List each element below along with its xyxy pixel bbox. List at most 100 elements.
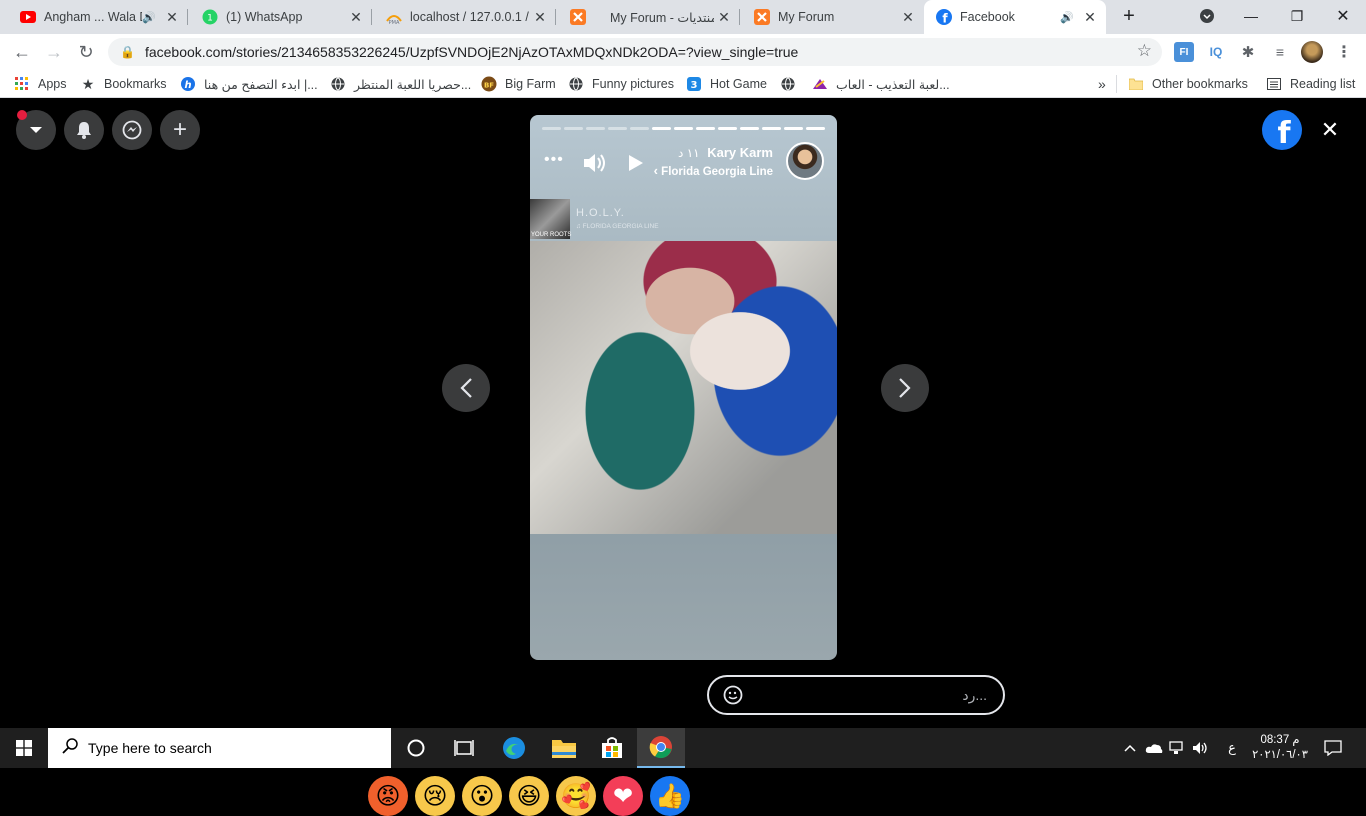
reaction-love-icon[interactable]: ❤ xyxy=(603,776,643,816)
clock-time: 08:37 م xyxy=(1260,734,1300,746)
bookmark-bookmarks[interactable]: ★ Bookmarks xyxy=(80,75,167,93)
store-icon[interactable] xyxy=(588,728,636,768)
new-tab-button[interactable]: + xyxy=(1113,0,1145,32)
tab-title: Angham ... Wala D xyxy=(44,10,143,24)
bookmarks-overflow-button[interactable]: » xyxy=(1098,75,1106,93)
profile-avatar[interactable] xyxy=(1301,41,1323,63)
clock[interactable]: 08:37 م ٢٠٢١/٠٦/٠٣ xyxy=(1250,728,1310,768)
close-tab-icon[interactable]: ✕ xyxy=(898,9,918,26)
bookmark-item[interactable]: 3 Hot Game xyxy=(686,75,767,93)
edge-icon[interactable] xyxy=(490,728,538,768)
tab-forum[interactable]: My Forum ✕ xyxy=(742,0,924,34)
volume-icon[interactable] xyxy=(582,150,608,176)
reload-button[interactable]: ↻ xyxy=(72,39,100,65)
reaction-like-icon[interactable]: 👍 xyxy=(650,776,690,816)
create-story-button[interactable]: + xyxy=(160,110,200,150)
extension-fi-icon[interactable]: FI xyxy=(1174,42,1194,62)
apps-grid-icon xyxy=(14,76,30,92)
bigfarm-icon: BF xyxy=(481,76,497,92)
reply-placeholder[interactable]: رد... xyxy=(962,687,987,704)
cortana-icon[interactable] xyxy=(392,728,440,768)
bookmark-item[interactable]: BF Big Farm xyxy=(481,75,556,93)
speaker-icon[interactable]: 🔊 xyxy=(1060,11,1074,24)
progress-segment xyxy=(762,127,781,130)
bookmark-apps[interactable]: Apps xyxy=(14,75,67,93)
story-card[interactable]: ••• ١١ د Kary Karm ‹ Florida Georgia Lin… xyxy=(530,115,837,660)
reaction-sad-icon[interactable]: 😢 xyxy=(415,776,455,816)
bookmark-item[interactable]: لعبة التعذيب - العاب... xyxy=(812,75,950,93)
reply-input[interactable]: رد... xyxy=(707,675,1005,715)
other-bookmarks[interactable]: Other bookmarks xyxy=(1128,75,1248,93)
close-tab-icon[interactable]: ✕ xyxy=(530,9,550,26)
close-tab-icon[interactable]: ✕ xyxy=(1080,9,1100,26)
media-control-icon[interactable]: ≡ xyxy=(1270,42,1290,62)
url-text[interactable]: facebook.com/stories/2134658353226245/Uz… xyxy=(145,44,798,60)
torture-game-icon xyxy=(812,76,828,92)
bookmark-item[interactable]: حصريا اللعبة المنتظر... xyxy=(330,75,471,93)
task-view-icon[interactable] xyxy=(440,728,488,768)
minimize-button[interactable]: — xyxy=(1228,0,1274,32)
close-tab-icon[interactable]: ✕ xyxy=(346,9,366,26)
album-art[interactable]: YOUR ROOTS xyxy=(530,199,571,239)
tab-strip: Angham ... Wala D 🔊 ✕ 1 (1) WhatsApp ✕ P… xyxy=(0,0,1366,34)
extensions-puzzle-icon[interactable]: ✱ xyxy=(1238,42,1258,62)
taskbar-search[interactable]: Type here to search xyxy=(48,728,391,768)
previous-story-button[interactable] xyxy=(442,364,490,412)
notification-center-icon[interactable] xyxy=(1318,728,1348,768)
globe-icon xyxy=(780,76,796,92)
forward-button[interactable]: → xyxy=(40,39,68,65)
bookmarks-bar: Apps ★ Bookmarks h ابدء التصفح من هنا |.… xyxy=(0,70,1366,98)
star-icon: ★ xyxy=(81,75,95,92)
reaction-wow-icon[interactable]: 😮 xyxy=(462,776,502,816)
extension-iq-icon[interactable]: IQ xyxy=(1206,42,1226,62)
facebook-logo-icon[interactable]: f xyxy=(1262,110,1302,151)
show-hidden-icons[interactable] xyxy=(1120,728,1140,768)
reaction-angry-icon[interactable]: 😡 xyxy=(368,776,408,816)
restore-button[interactable]: ❐ xyxy=(1274,0,1320,32)
input-language[interactable]: ع xyxy=(1222,728,1242,768)
youtube-icon xyxy=(20,9,36,25)
tab-whatsapp[interactable]: 1 (1) WhatsApp ✕ xyxy=(190,0,372,34)
notifications-bell-icon[interactable] xyxy=(64,110,104,150)
volume-tray-icon[interactable] xyxy=(1191,728,1211,768)
lock-icon[interactable]: 🔒 xyxy=(120,45,135,59)
onedrive-icon[interactable] xyxy=(1144,728,1164,768)
sticker-icon[interactable] xyxy=(723,685,743,705)
play-icon[interactable] xyxy=(626,153,646,173)
windows-start-icon[interactable] xyxy=(0,728,48,768)
chrome-taskbar-icon[interactable] xyxy=(637,728,685,768)
h-icon: h xyxy=(180,76,196,92)
reaction-haha-icon[interactable]: 😆 xyxy=(509,776,549,816)
story-time: ١١ د xyxy=(678,146,700,160)
network-icon[interactable] xyxy=(1168,728,1188,768)
story-music[interactable]: Florida Georgia Line xyxy=(661,166,773,178)
chrome-menu-icon[interactable]: ⋮ xyxy=(1334,42,1354,62)
whatsapp-icon: 1 xyxy=(202,9,218,25)
tab-search-button[interactable] xyxy=(1184,0,1230,32)
next-story-button[interactable] xyxy=(881,364,929,412)
close-story-icon[interactable]: ✕ xyxy=(1318,118,1342,142)
bookmark-item[interactable]: Funny pictures xyxy=(568,75,674,93)
close-tab-icon[interactable]: ✕ xyxy=(162,9,182,26)
file-explorer-icon[interactable] xyxy=(540,728,588,768)
back-button[interactable]: ← xyxy=(8,39,36,65)
story-author[interactable]: Kary Karm xyxy=(707,145,773,160)
more-options-icon[interactable]: ••• xyxy=(544,151,564,169)
address-bar[interactable]: 🔒 facebook.com/stories/2134658353226245/… xyxy=(108,38,1162,66)
bookmark-item[interactable]: h ابدء التصفح من هنا |... xyxy=(180,75,318,93)
bookmark-item[interactable] xyxy=(780,75,804,93)
close-window-button[interactable]: ✕ xyxy=(1320,0,1366,32)
messenger-icon[interactable] xyxy=(112,110,152,150)
account-menu-button[interactable] xyxy=(16,110,56,150)
tab-forum-ar[interactable]: My Forum - منتديات ✕ xyxy=(558,0,740,34)
tab-phpmyadmin[interactable]: PMA localhost / 127.0.0.1 / ✕ xyxy=(374,0,556,34)
speaker-icon[interactable]: 🔊 xyxy=(142,11,156,24)
svg-text:f: f xyxy=(1277,116,1291,150)
reaction-care-icon[interactable]: 🥰 xyxy=(556,776,596,816)
author-avatar[interactable] xyxy=(786,142,824,180)
tab-youtube[interactable]: Angham ... Wala D 🔊 ✕ xyxy=(8,0,188,34)
close-tab-icon[interactable]: ✕ xyxy=(714,9,734,26)
bookmark-star-icon[interactable]: ☆ xyxy=(1137,41,1152,61)
reading-list[interactable]: Reading list xyxy=(1266,75,1355,93)
tab-facebook[interactable]: f Facebook 🔊 ✕ xyxy=(924,0,1106,34)
